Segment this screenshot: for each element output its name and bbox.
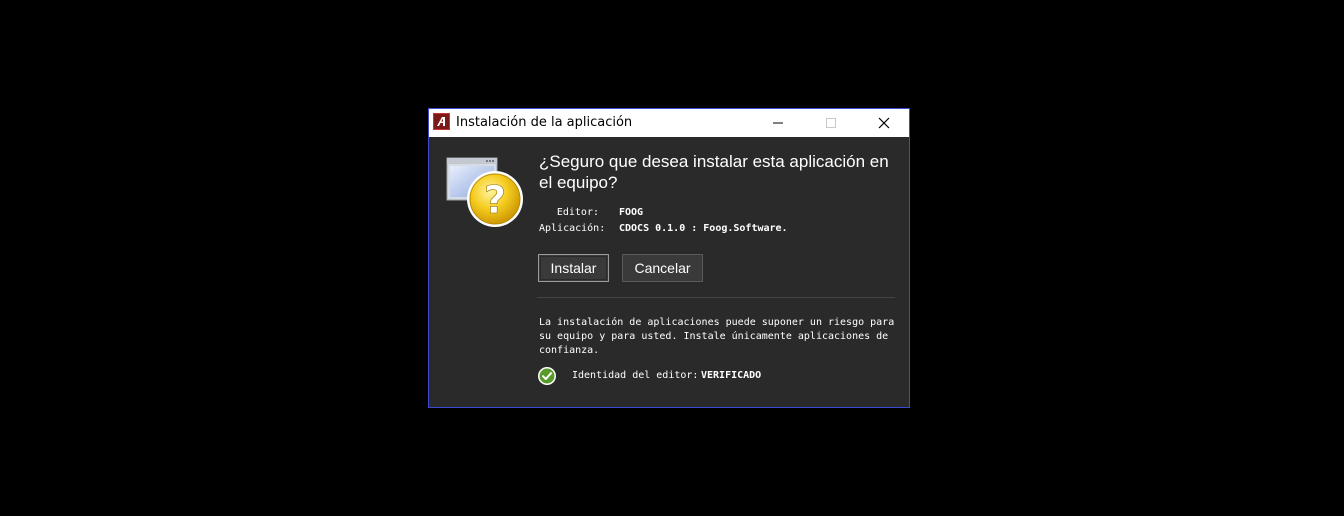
application-label: Aplicación:	[539, 223, 606, 234]
dialog-content: ? ¿Seguro que desea instalar esta aplica…	[429, 137, 909, 407]
window-title: Instalación de la aplicación	[456, 115, 633, 130]
svg-text:?: ?	[484, 178, 506, 222]
dialog-heading: ¿Seguro que desea instalar esta aplicaci…	[539, 152, 889, 192]
minimize-button[interactable]	[755, 109, 801, 137]
publisher-identity-label: Identidad del editor:	[572, 370, 699, 381]
application-value: CDOCS 0.1.0 : Foog.Software.	[619, 223, 788, 234]
install-dialog: Instalación de la aplicación ? ¿Seguro q…	[428, 108, 910, 408]
divider	[537, 297, 895, 298]
editor-value: FOOG	[619, 207, 644, 218]
question-mark-icon: ?	[446, 157, 523, 227]
maximize-icon	[826, 118, 836, 128]
title-bar[interactable]: Instalación de la aplicación	[429, 109, 909, 137]
minimize-icon	[773, 122, 783, 124]
adobe-air-icon	[433, 113, 450, 130]
checkmark-icon	[538, 367, 556, 385]
cancel-button[interactable]: Cancelar	[622, 254, 703, 282]
editor-label: Editor:	[556, 207, 599, 218]
install-button[interactable]: Instalar	[538, 254, 609, 282]
close-button[interactable]	[861, 109, 907, 137]
maximize-button[interactable]	[808, 109, 854, 137]
warning-text: La instalación de aplicaciones puede sup…	[539, 317, 895, 356]
publisher-identity-value: VERIFICADO	[701, 370, 762, 381]
close-icon	[878, 117, 890, 129]
